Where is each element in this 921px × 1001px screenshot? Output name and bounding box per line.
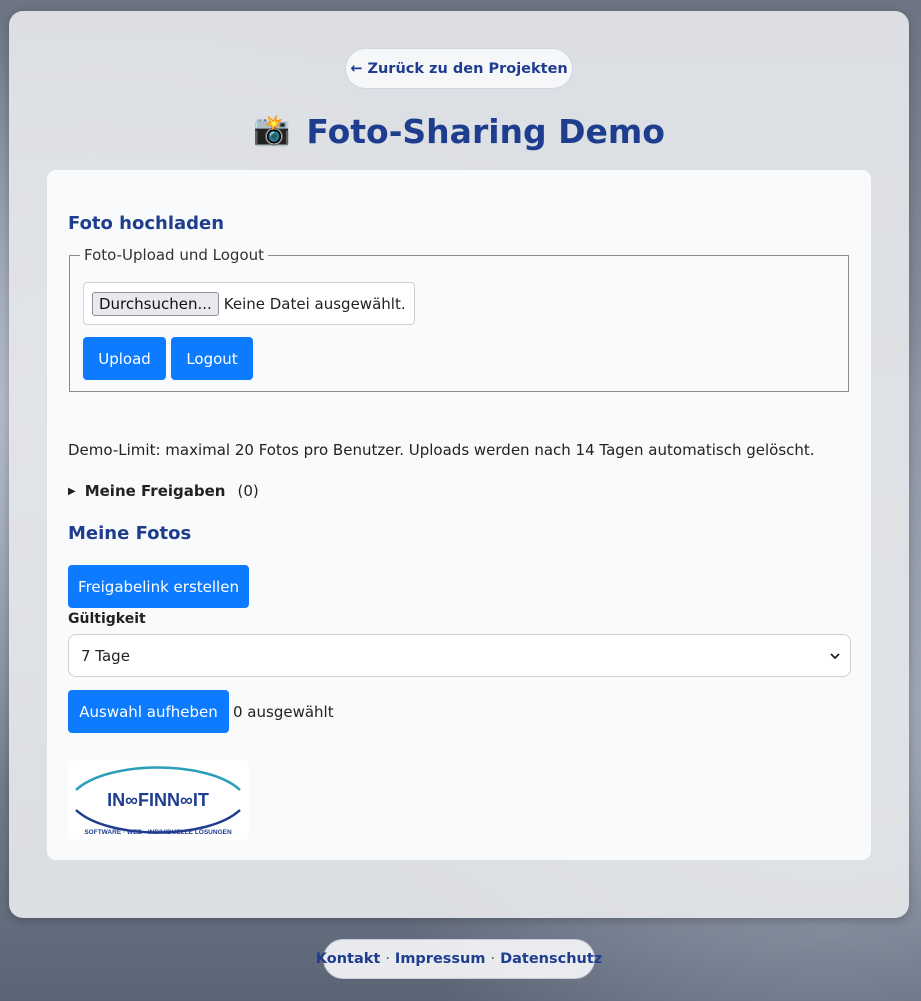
upload-legend: Foto-Upload und Logout — [84, 246, 265, 264]
validity-label: Gültigkeit — [68, 611, 146, 627]
footer-link-privacy[interactable]: Datenschutz — [500, 951, 602, 967]
main-panel: ← Zurück zu den Projekten 📸 Foto-Sharing… — [9, 11, 909, 918]
page-title: Foto-Sharing Demo — [306, 111, 665, 151]
company-logo: IN∞FINN∞IT SOFTWARE · WEB · INDIVIDUELLE… — [68, 760, 249, 840]
validity-selected-value: 7 Tage — [81, 646, 130, 665]
upload-button[interactable]: Upload — [83, 337, 166, 380]
footer-links: Kontakt · Impressum · Datenschutz — [316, 939, 602, 979]
my-shares-label: Meine Freigaben — [84, 482, 226, 500]
page-header: 📸 Foto-Sharing Demo — [9, 108, 909, 154]
svg-text:IN∞FINN∞IT: IN∞FINN∞IT — [107, 790, 209, 810]
my-shares-toggle[interactable]: ▶ Meine Freigaben (0) — [68, 482, 259, 500]
validity-select[interactable]: 7 Tage — [68, 634, 851, 677]
footer-separator: · — [385, 951, 390, 967]
svg-text:SOFTWARE · WEB · INDIVIDUELLE: SOFTWARE · WEB · INDIVIDUELLE LÖSUNGEN — [84, 827, 232, 836]
chevron-down-icon — [830, 652, 840, 659]
upload-fieldset: Foto-Upload und Logout Durchsuchen... Ke… — [69, 246, 849, 392]
footer-separator: · — [490, 951, 496, 967]
create-share-link-button[interactable]: Freigabelink erstellen — [68, 565, 249, 608]
file-input[interactable]: Durchsuchen... Keine Datei ausgewählt. — [83, 282, 415, 325]
camera-icon: 📸 — [253, 113, 291, 148]
file-status: Keine Datei ausgewählt. — [223, 294, 406, 313]
content-card: Foto hochladen Foto-Upload und Logout Du… — [46, 169, 872, 861]
selected-count: 0 ausgewählt — [233, 703, 334, 721]
deselect-button[interactable]: Auswahl aufheben — [68, 690, 229, 733]
browse-button[interactable]: Durchsuchen... — [92, 291, 219, 316]
disclosure-triangle-icon: ▶ — [68, 485, 76, 497]
my-shares-count: (0) — [237, 482, 259, 500]
footer-link-imprint[interactable]: Impressum — [395, 951, 486, 967]
upload-heading: Foto hochladen — [68, 213, 225, 234]
logo-graphic: IN∞FINN∞IT SOFTWARE · WEB · INDIVIDUELLE… — [75, 766, 241, 836]
demo-limit-notice: Demo-Limit: maximal 20 Fotos pro Benutze… — [68, 441, 815, 459]
back-to-projects-button[interactable]: ← Zurück zu den Projekten — [345, 48, 573, 89]
photos-heading: Meine Fotos — [68, 523, 192, 544]
logout-button[interactable]: Logout — [171, 337, 253, 380]
footer-link-contact[interactable]: Kontakt — [316, 951, 381, 967]
